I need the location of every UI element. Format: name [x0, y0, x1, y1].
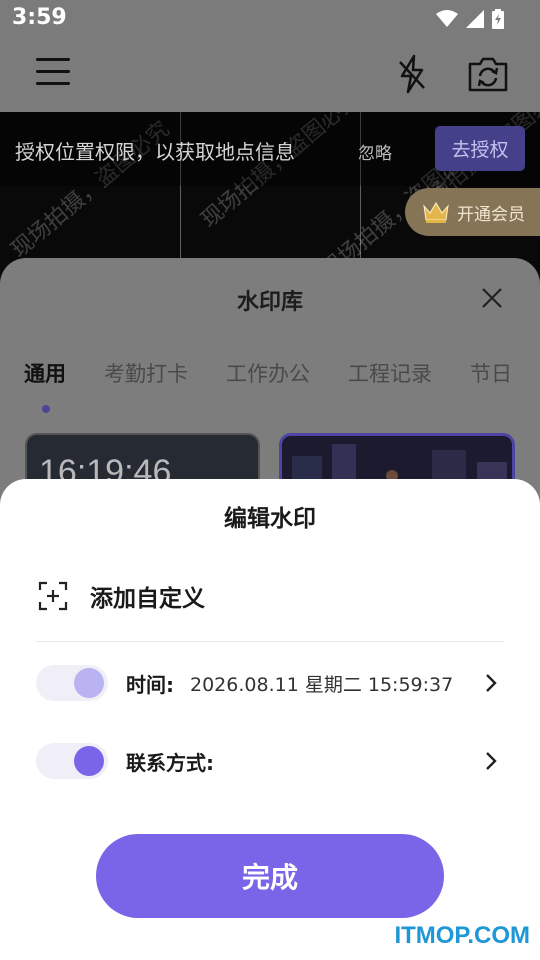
edit-title: 编辑水印 — [224, 506, 316, 532]
add-custom-icon — [38, 581, 68, 611]
close-icon[interactable] — [480, 286, 504, 310]
tab-office[interactable]: 工作办公 — [226, 358, 310, 388]
library-tabs: 通用 考勤打卡 工作办公 工程记录 节日 — [24, 358, 512, 388]
library-title: 水印库 — [236, 290, 303, 315]
tab-general[interactable]: 通用 — [24, 358, 66, 388]
switch-camera-icon[interactable] — [466, 54, 510, 94]
field-row-contact[interactable]: 联系方式: — [36, 741, 504, 781]
tab-engineering[interactable]: 工程记录 — [348, 358, 432, 388]
signal-icon — [466, 10, 484, 28]
vip-label: 开通会员 — [457, 204, 525, 225]
divider — [36, 641, 504, 642]
edit-watermark-sheet: 编辑水印 添加自定义 时间: 2026.08.11 星期二 15:59:37 联… — [0, 479, 540, 960]
chevron-right-icon[interactable] — [484, 751, 498, 771]
flash-off-icon[interactable] — [396, 54, 428, 94]
vip-badge[interactable]: 开通会员 — [405, 188, 540, 236]
menu-icon[interactable] — [36, 58, 70, 88]
tab-attendance[interactable]: 考勤打卡 — [104, 358, 188, 388]
status-bar: 3:59 — [0, 0, 540, 40]
ignore-button[interactable]: 忽略 — [358, 139, 392, 164]
add-custom-label: 添加自定义 — [90, 586, 205, 612]
authorize-button[interactable]: 去授权 — [435, 126, 525, 171]
chevron-right-icon[interactable] — [484, 673, 498, 693]
contact-toggle[interactable] — [36, 743, 108, 779]
wifi-icon — [436, 10, 458, 27]
time-toggle[interactable] — [36, 665, 108, 701]
time-label: 时间: — [126, 672, 174, 697]
permission-message: 授权位置权限，以获取地点信息 — [15, 140, 295, 164]
time-value: 2026.08.11 星期二 15:59:37 — [190, 673, 454, 696]
tab-holiday[interactable]: 节日 — [470, 358, 512, 388]
crown-icon — [423, 202, 449, 223]
contact-label: 联系方式: — [126, 750, 214, 775]
field-row-time[interactable]: 时间: 2026.08.11 星期二 15:59:37 — [36, 663, 504, 703]
done-button[interactable]: 完成 — [96, 834, 444, 918]
status-time: 3:59 — [12, 5, 67, 30]
status-icons — [436, 9, 504, 29]
active-tab-indicator — [42, 405, 50, 413]
add-custom-button[interactable]: 添加自定义 — [38, 579, 205, 613]
location-permission-bar: 授权位置权限，以获取地点信息 忽略 去授权 — [0, 112, 540, 186]
camera-toolbar — [0, 40, 540, 112]
site-watermark: ITMOP.COM — [394, 922, 530, 949]
battery-icon — [492, 9, 504, 29]
